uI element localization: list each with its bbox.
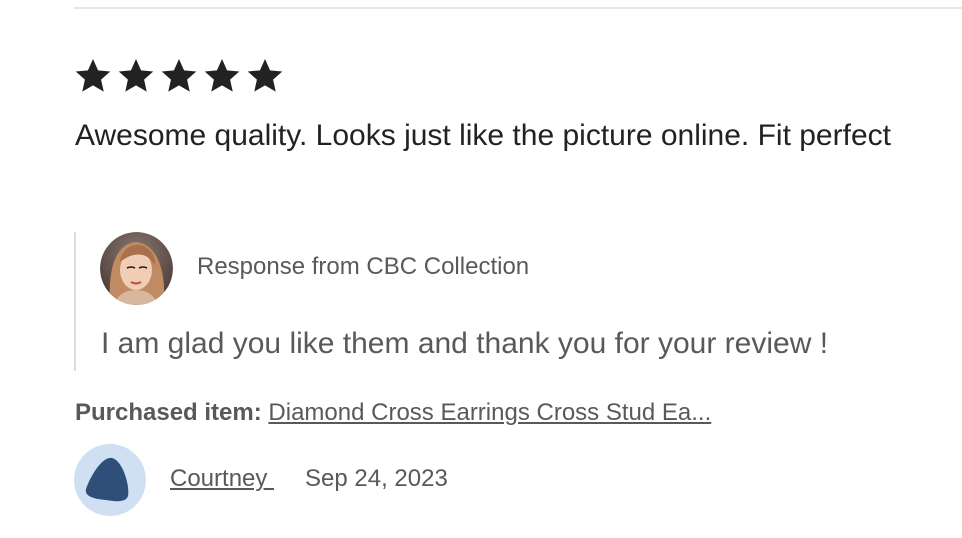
star-icon bbox=[75, 59, 111, 92]
purchased-item-row: Purchased item: Diamond Cross Earrings C… bbox=[75, 398, 711, 428]
response-text: I am glad you like them and thank you fo… bbox=[101, 327, 829, 360]
reviewer-name-link[interactable]: Courtney bbox=[170, 464, 274, 494]
review-text: Awesome quality. Looks just like the pic… bbox=[75, 119, 891, 152]
response-label: Response from CBC Collection bbox=[197, 253, 530, 280]
purchased-item-link[interactable]: Diamond Cross Earrings Cross Stud Ea... bbox=[268, 399, 711, 426]
star-icon bbox=[161, 59, 197, 92]
review-date: Sep 24, 2023 bbox=[305, 465, 448, 492]
purchased-item-label: Purchased item: bbox=[75, 399, 262, 426]
default-user-avatar-icon bbox=[85, 457, 129, 502]
seller-avatar bbox=[100, 232, 173, 305]
seller-response: Response from CBC Collection I am glad y… bbox=[74, 232, 956, 371]
star-icon bbox=[118, 59, 154, 92]
top-divider bbox=[74, 7, 962, 9]
star-icon bbox=[204, 59, 240, 92]
star-rating bbox=[72, 56, 286, 96]
reviewer-avatar[interactable] bbox=[74, 444, 146, 516]
star-icon bbox=[247, 59, 283, 92]
